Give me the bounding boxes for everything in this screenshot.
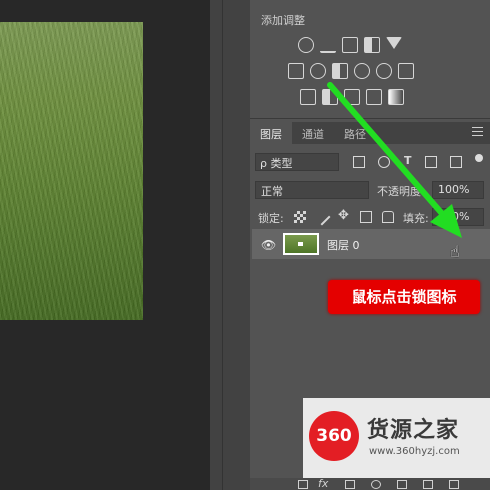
link-layers-icon[interactable] [298,480,308,489]
watermark-title: 货源之家 [367,418,460,443]
new-layer-icon[interactable] [423,480,433,489]
new-adjustment-icon[interactable] [371,480,381,489]
watermark-url: www.360hyzj.com [369,446,460,457]
new-group-icon[interactable] [397,480,407,489]
delete-layer-icon[interactable] [449,480,459,489]
add-mask-icon[interactable] [345,480,355,489]
fx-icon[interactable]: fx [318,477,328,490]
watermark-badge: 360 [309,411,359,461]
